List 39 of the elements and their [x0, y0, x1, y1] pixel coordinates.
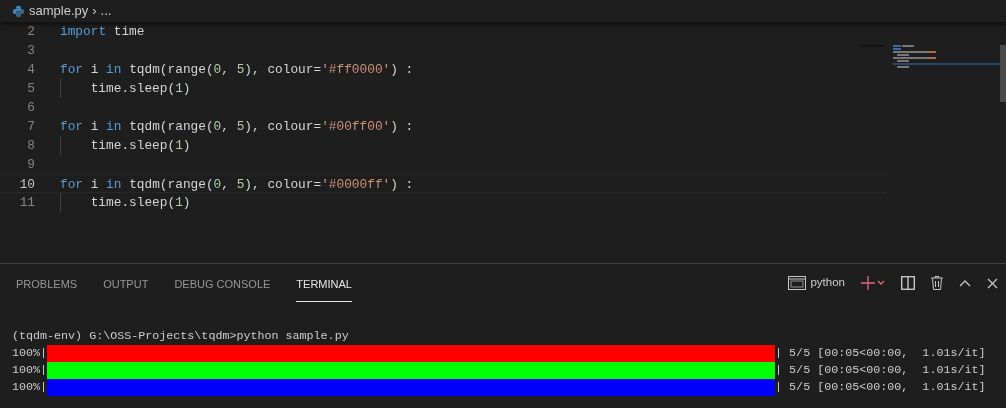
code-line: time.sleep(1) [90, 195, 191, 210]
code-line: for i in tqdm(range(0, 5), colour='#0000ff') : [60, 177, 414, 192]
line-number: 7 [26, 118, 35, 136]
progress-stats: | 5/5 [00:05<00:00, 1.01s/it] [775, 362, 986, 379]
file-breadcrumb[interactable]: sample.py [29, 1, 89, 21]
add-icon[interactable] [861, 276, 885, 290]
trash-icon[interactable] [931, 276, 943, 290]
line-number: 6 [26, 99, 35, 117]
code-line: time.sleep(1) [90, 138, 191, 153]
line-number: 3 [26, 42, 35, 60]
line-number: 5 [26, 80, 35, 98]
line-number: 2 [26, 23, 35, 41]
panel-tab[interactable]: DEBUG CONSOLE [174, 268, 271, 302]
line-number: 10 [18, 176, 35, 192]
terminal-prompt: (tqdm-env) G:\OSS-Projects\tqdm>python sample.py [12, 328, 350, 345]
line-number: 11 [18, 194, 35, 212]
code-line: time.sleep(1) [90, 81, 191, 96]
maximize-icon[interactable] [959, 279, 971, 287]
python-file-icon [12, 4, 25, 18]
progress-percent: 100%| [12, 362, 48, 379]
code-line: for i in tqdm(range(0, 5), colour='#00ff00') : [60, 119, 414, 134]
line-number: 9 [26, 156, 35, 174]
split-icon[interactable] [901, 276, 915, 290]
symbol-breadcrumb[interactable]: ... [100, 1, 112, 21]
progress-percent: 100%| [12, 345, 48, 362]
progress-percent: 100%| [12, 379, 48, 396]
line-number: 8 [26, 137, 35, 155]
close-icon[interactable] [987, 277, 998, 289]
code-line: for i in tqdm(range(0, 5), colour='#ff0000') : [60, 62, 414, 77]
breadcrumb-separator: › [92, 2, 97, 21]
code-line: import time [60, 24, 145, 39]
line-number: 4 [26, 61, 35, 79]
terminal-selector[interactable]: python [810, 274, 845, 292]
panel-tab[interactable]: OUTPUT [103, 268, 149, 302]
panel-tab[interactable]: PROBLEMS [16, 268, 78, 302]
panel-tab[interactable]: TERMINAL [296, 268, 352, 302]
progress-stats: | 5/5 [00:05<00:00, 1.01s/it] [775, 345, 986, 362]
terminal-icon [788, 276, 807, 290]
progress-stats: | 5/5 [00:05<00:00, 1.01s/it] [775, 379, 986, 396]
